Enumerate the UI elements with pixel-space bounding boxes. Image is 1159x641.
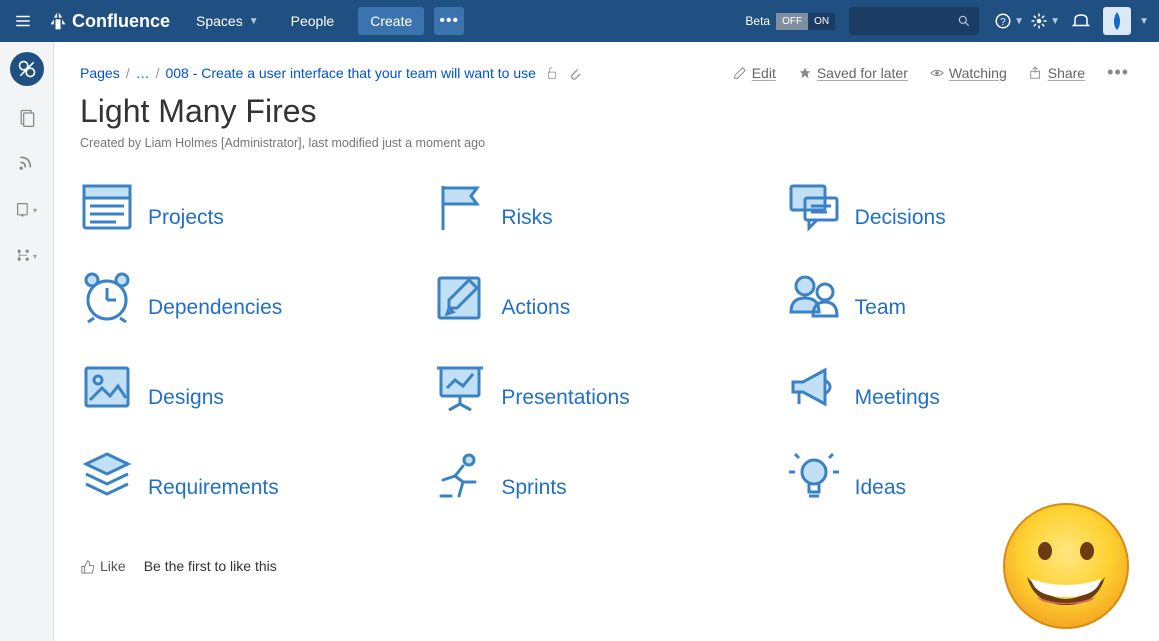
tile-decisions[interactable]: Decisions [787,180,1120,234]
tile-actions[interactable]: Actions [433,270,766,324]
tile-risks[interactable]: Risks [433,180,766,234]
chevron-down-icon: ▼ [249,16,259,27]
top-header: Confluence Spaces▼ People Create ••• Bet… [0,0,1159,42]
breadcrumb-leaf[interactable]: 008 - Create a user interface that your … [165,65,535,81]
brand-logo[interactable]: Confluence [48,11,170,32]
page-meta: Created by Liam Holmes [Administrator], … [80,136,1129,150]
projects-icon [80,180,134,234]
app-switcher-icon[interactable] [10,8,36,34]
tile-label: Team [855,296,906,324]
tile-label: Actions [501,296,570,324]
tile-designs[interactable]: Designs [80,360,413,414]
page-title: Light Many Fires [80,93,1129,130]
tiles-grid: Projects Risks Decisions Dependencies Ac… [80,180,1120,504]
tile-label: Presentations [501,386,629,414]
lightbulb-icon [787,450,841,504]
tile-projects[interactable]: Projects [80,180,413,234]
team-icon [787,270,841,324]
saved-for-later-button[interactable]: Saved for later [798,65,908,81]
smiley-emoji [1001,501,1131,631]
brand-text: Confluence [72,11,170,32]
tile-label: Risks [501,206,552,234]
tile-requirements[interactable]: Requirements [80,450,413,504]
share-button[interactable]: Share [1029,65,1085,81]
help-icon[interactable]: ?▼ [993,5,1025,37]
page-more-button[interactable]: ••• [1107,62,1129,83]
more-button[interactable]: ••• [434,7,464,35]
watching-button[interactable]: Watching [930,65,1007,81]
unlock-icon [545,66,559,80]
left-sidebar: ▾ ▾ [0,42,54,641]
tile-label: Designs [148,386,224,414]
settings-icon[interactable]: ▼ [1029,5,1061,37]
edit-page-icon [433,270,487,324]
breadcrumb-root[interactable]: Pages [80,65,120,81]
tile-ideas[interactable]: Ideas [787,450,1120,504]
profile-chevron-icon[interactable]: ▼ [1139,16,1149,27]
tile-label: Meetings [855,386,940,414]
breadcrumb: Pages / … / 008 - Create a user interfac… [80,65,582,81]
create-button[interactable]: Create [358,7,424,35]
image-icon [80,360,134,414]
megaphone-icon [787,360,841,414]
tile-label: Ideas [855,476,906,504]
tile-label: Sprints [501,476,566,504]
tile-meetings[interactable]: Meetings [787,360,1120,414]
tile-label: Requirements [148,476,279,504]
like-row: Like Be the first to like this [80,558,1129,574]
chat-icon [787,180,841,234]
svg-text:?: ? [1000,17,1006,28]
like-status: Be the first to like this [144,558,277,574]
presentation-icon [433,360,487,414]
search-input[interactable] [849,7,979,35]
sidebar-pages-icon[interactable] [13,104,41,132]
beta-toggle: Beta OFF ON [745,13,835,30]
clock-icon [80,270,134,324]
layers-icon [80,450,134,504]
flag-icon [433,180,487,234]
tile-team[interactable]: Team [787,270,1120,324]
tile-label: Projects [148,206,224,234]
beta-on-button[interactable]: ON [808,13,835,30]
sidebar-blog-icon[interactable] [13,150,41,178]
breadcrumb-row: Pages / … / 008 - Create a user interfac… [80,62,1129,83]
attachment-icon[interactable] [568,66,582,80]
nav-people[interactable]: People [277,0,349,42]
tile-label: Decisions [855,206,946,234]
beta-off-button[interactable]: OFF [776,13,808,30]
profile-icon[interactable] [1103,7,1131,35]
beta-label: Beta [745,14,770,28]
tile-sprints[interactable]: Sprints [433,450,766,504]
search-icon [957,14,971,28]
main-content: Pages / … / 008 - Create a user interfac… [54,42,1159,641]
runner-icon [433,450,487,504]
notifications-icon[interactable] [1065,5,1097,37]
sidebar-tree-icon[interactable]: ▾ [13,242,41,270]
page-actions: Edit Saved for later Watching Share ••• [733,62,1129,83]
like-button[interactable]: Like [80,558,126,574]
space-avatar[interactable] [10,52,44,86]
tile-presentations[interactable]: Presentations [433,360,766,414]
tile-label: Dependencies [148,296,282,324]
breadcrumb-ellipsis[interactable]: … [136,65,150,81]
sidebar-shortcuts-icon[interactable]: ▾ [13,196,41,224]
edit-button[interactable]: Edit [733,65,776,81]
tile-dependencies[interactable]: Dependencies [80,270,413,324]
nav-spaces[interactable]: Spaces▼ [182,0,273,42]
